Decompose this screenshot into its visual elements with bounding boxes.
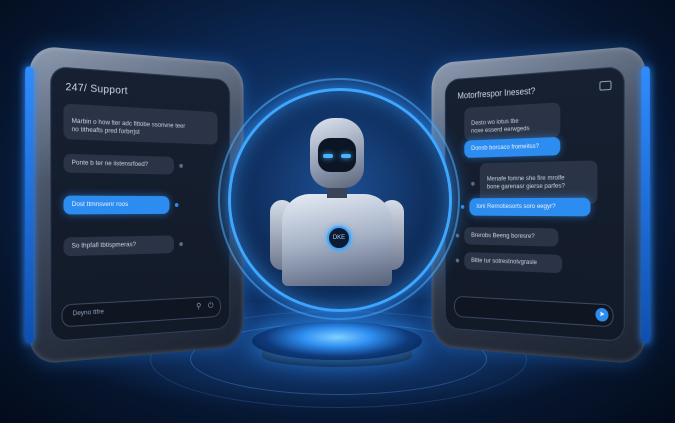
- chat-message: Marbin o how lter adc fittobe ssonvne te…: [63, 103, 218, 145]
- message-dot-icon: [179, 163, 183, 168]
- chat-message-text: Desto wo iotus tbe noxe esserd eerwgeds: [471, 117, 530, 135]
- chat-message-highlight: Donsb borcaco fromeitss?: [464, 136, 561, 158]
- search-icon[interactable]: ⚲: [194, 302, 203, 312]
- message-dot-icon: [460, 205, 465, 209]
- left-chat-title: 247/ Support: [65, 80, 128, 98]
- right-chat-panel: Motorfrespor Inesest? Desto wo iotus tbe…: [431, 45, 650, 365]
- robot-chest-badge: DKE: [327, 226, 351, 250]
- chat-message: So thpfafl tbtispmeras?: [63, 235, 183, 257]
- chat-message: Bltte tur sotrestnolvgrasle: [455, 252, 563, 274]
- chat-message-text: Marbin o how lter adc fittobe ssonvne te…: [71, 117, 186, 136]
- send-icon[interactable]: ➤: [595, 307, 609, 322]
- chat-message-text: Ioni Rernotiesorts soro eegyr?: [476, 202, 556, 211]
- menu-icon[interactable]: [599, 80, 612, 91]
- left-message-input[interactable]: Deyno ttfre ⚲ ⏻: [61, 295, 221, 328]
- chat-message-text: So thpfafl tbtispmeras?: [71, 241, 137, 250]
- message-dot-icon: [455, 258, 460, 263]
- right-chat-screen: Motorfrespor Inesest? Desto wo iotus tbe…: [444, 65, 625, 342]
- chat-message-highlight: Ioni Rernotiesorts soro eegyr?: [460, 197, 591, 217]
- robot-eye: [323, 154, 333, 158]
- robot-eye: [341, 154, 351, 158]
- chat-message-highlight: Dost ttmnsvenr roos: [63, 195, 179, 215]
- chat-message-text: Menafe fomne she fire mrolfe bone garena…: [486, 174, 565, 191]
- message-dot-icon: [174, 203, 179, 207]
- left-chat-screen: 247/ Support Marbin o how lter adc fitto…: [50, 65, 231, 342]
- panel-edge-light: [641, 66, 650, 344]
- chat-message-text: Ponte b ter ne iistensrfoed?: [71, 159, 149, 169]
- chat-message: Brerobs Beeng boresre?: [455, 227, 559, 247]
- chat-message-text: Bltte tur sotrestnolvgrasle: [471, 257, 537, 267]
- message-dot-icon: [471, 181, 475, 186]
- right-chat-title: Motorfrespor Inesest?: [457, 85, 536, 101]
- chat-message-text: Donsb borcaco fromeitss?: [471, 142, 539, 152]
- input-placeholder: Deyno ttfre: [72, 308, 104, 318]
- left-chat-panel: 247/ Support Marbin o how lter adc fitto…: [25, 45, 244, 365]
- hologram-pedestal: [252, 322, 422, 360]
- chat-message: Desto wo iotus tbe noxe esserd eerwgeds: [464, 102, 561, 141]
- power-icon[interactable]: ⏻: [206, 301, 215, 311]
- right-message-input[interactable]: ➤: [454, 295, 614, 328]
- chat-message-text: Brerobs Beeng boresre?: [471, 232, 535, 241]
- chat-message-text: Dost ttmnsvenr roos: [71, 200, 129, 209]
- message-dot-icon: [455, 233, 460, 238]
- message-dot-icon: [179, 242, 183, 247]
- panel-edge-light: [25, 66, 34, 344]
- chat-message: Ponte b ter ne iistensrfoed?: [63, 153, 183, 175]
